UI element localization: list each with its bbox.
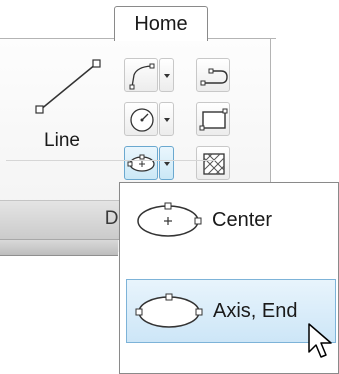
hatch-icon bbox=[203, 153, 225, 175]
ellipse-dropdown-menu: Center Axis, End bbox=[119, 182, 339, 374]
spline-icon bbox=[200, 68, 228, 86]
ellipse-icon bbox=[127, 154, 155, 172]
ellipse-axis-end-icon bbox=[135, 293, 203, 328]
line-label: Line bbox=[44, 130, 80, 151]
line-icon bbox=[35, 59, 101, 114]
menu-item-label: Axis, End bbox=[213, 300, 298, 322]
menu-item-axis-end[interactable]: Axis, End bbox=[126, 279, 336, 343]
tab-home[interactable]: Home bbox=[114, 6, 208, 41]
polyline-dropdown[interactable] bbox=[159, 58, 174, 92]
hatch-button[interactable] bbox=[196, 146, 230, 180]
rectangle-button[interactable] bbox=[196, 102, 230, 136]
ellipse-button[interactable] bbox=[124, 146, 158, 180]
menu-separator bbox=[6, 160, 216, 161]
mouse-pointer-icon bbox=[308, 323, 332, 358]
ellipse-center-icon bbox=[137, 202, 202, 237]
rectangle-icon bbox=[199, 108, 228, 131]
circle-button[interactable] bbox=[124, 102, 158, 136]
menu-item-label: Center bbox=[212, 209, 273, 231]
circle-icon bbox=[130, 108, 154, 132]
line-button[interactable] bbox=[24, 48, 124, 178]
polyline-icon bbox=[129, 63, 155, 90]
polyline-button[interactable] bbox=[124, 58, 158, 92]
circle-dropdown[interactable] bbox=[159, 102, 174, 136]
ellipse-dropdown[interactable] bbox=[159, 146, 174, 180]
ribbon-bottom-edge bbox=[0, 240, 118, 256]
menu-item-center[interactable]: Center bbox=[126, 189, 336, 253]
spline-button[interactable] bbox=[196, 58, 230, 92]
